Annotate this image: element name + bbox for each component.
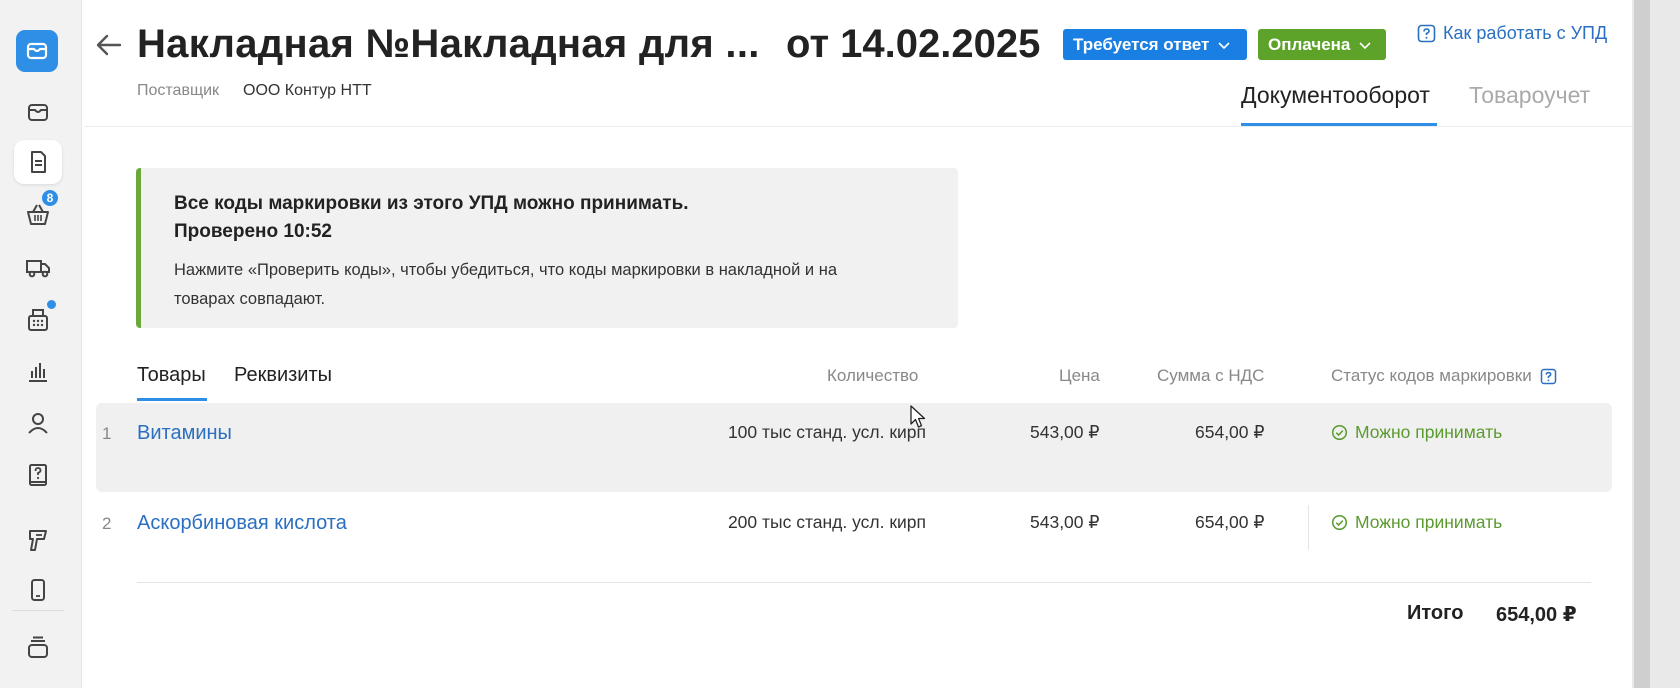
sidebar-item-reports[interactable] bbox=[14, 350, 62, 394]
row-marking-status: Можно принимать bbox=[1331, 512, 1502, 533]
check-circle-icon bbox=[1331, 514, 1348, 531]
row-price: 543,00 ₽ bbox=[1030, 422, 1100, 442]
supplier-label: Поставщик bbox=[137, 82, 220, 99]
product-name-link[interactable]: Витамины bbox=[137, 422, 232, 445]
question-icon bbox=[1417, 24, 1436, 43]
scanner-icon bbox=[29, 530, 47, 551]
supplier-name: ООО Контур НТТ bbox=[243, 82, 372, 99]
status-paid-dropdown[interactable]: Оплачена bbox=[1258, 29, 1386, 60]
app-window: 8 Накладная №Накладная для ... от 14.02.… bbox=[0, 0, 1680, 688]
back-arrow-icon[interactable] bbox=[94, 30, 124, 60]
tab-document-flow[interactable]: Документооборот bbox=[1241, 82, 1430, 109]
page-title: Накладная №Накладная для ... bbox=[137, 22, 760, 66]
row-quantity: 200 тыс станд. усл. кирп bbox=[727, 512, 926, 532]
chevron-down-icon bbox=[1218, 41, 1230, 49]
sidebar-item-mobile[interactable] bbox=[14, 568, 62, 612]
layers-icon bbox=[28, 636, 48, 658]
active-content-tab-indicator bbox=[137, 398, 207, 401]
column-header-price: Цена bbox=[1059, 366, 1100, 385]
sidebar: 8 bbox=[0, 0, 82, 688]
sidebar-item-profile[interactable] bbox=[14, 401, 62, 445]
document-date: от 14.02.2025 bbox=[786, 22, 1041, 66]
column-header-marking-status: Статус кодов маркировки bbox=[1331, 366, 1557, 386]
sidebar-divider bbox=[12, 610, 64, 611]
status-reply-dropdown[interactable]: Требуется ответ bbox=[1063, 29, 1247, 60]
notice-text: Нажмите «Проверить коды», чтобы убедитьс… bbox=[174, 261, 837, 308]
column-header-marking-status-label: Статус кодов маркировки bbox=[1331, 366, 1532, 385]
help-upd-link[interactable]: Как работать с УПД bbox=[1417, 23, 1607, 44]
row-sum: 654,00 ₽ bbox=[1195, 422, 1265, 442]
user-icon bbox=[28, 413, 48, 434]
row-quantity: 100 тыс станд. усл. кирп bbox=[727, 422, 926, 442]
row-price: 543,00 ₽ bbox=[1030, 512, 1100, 532]
document-icon bbox=[31, 151, 46, 173]
product-name-link[interactable]: Аскорбиновая кислота bbox=[137, 512, 347, 535]
status-label: Можно принимать bbox=[1355, 512, 1503, 532]
sidebar-item-documents[interactable] bbox=[14, 140, 62, 184]
sidebar-item-inbox[interactable] bbox=[14, 90, 62, 134]
column-header-sum: Сумма с НДС bbox=[1157, 366, 1265, 385]
row-marking-status: Можно принимать bbox=[1331, 422, 1502, 443]
column-divider bbox=[1308, 505, 1309, 550]
status-paid-label: Оплачена bbox=[1268, 34, 1351, 54]
row-sum: 654,00 ₽ bbox=[1195, 512, 1265, 532]
bar-chart-icon bbox=[29, 363, 47, 382]
mouse-cursor-icon bbox=[910, 405, 926, 428]
cash-register-icon bbox=[28, 309, 48, 331]
notice-checked-time: Проверено 10:52 bbox=[174, 221, 332, 242]
sidebar-item-delivery[interactable] bbox=[14, 245, 62, 289]
status-reply-label: Требуется ответ bbox=[1073, 34, 1210, 54]
notice-title: Все коды маркировки из этого УПД можно п… bbox=[174, 193, 689, 214]
notification-dot bbox=[47, 300, 56, 309]
tab-requisites[interactable]: Реквизиты bbox=[234, 364, 332, 387]
sidebar-item-services[interactable] bbox=[14, 626, 62, 670]
chevron-down-icon bbox=[1359, 41, 1371, 49]
sidebar-item-help[interactable] bbox=[14, 453, 62, 497]
truck-icon bbox=[26, 260, 50, 278]
help-book-icon bbox=[29, 464, 47, 486]
row-number: 2 bbox=[102, 514, 112, 533]
sidebar-item-orders[interactable]: 8 bbox=[14, 188, 62, 236]
mail-icon bbox=[26, 42, 48, 60]
scrollbar-thumb[interactable] bbox=[1634, 0, 1650, 688]
check-circle-icon bbox=[1331, 424, 1348, 441]
tab-goods-accounting[interactable]: Товароучет bbox=[1469, 82, 1590, 109]
notification-badge: 8 bbox=[40, 188, 60, 208]
total-label: Итого bbox=[1407, 602, 1464, 624]
inbox-icon bbox=[28, 104, 48, 121]
table-divider bbox=[137, 582, 1591, 583]
help-link-label: Как работать с УПД bbox=[1443, 23, 1608, 43]
sidebar-item-mail[interactable] bbox=[16, 30, 58, 72]
total-value: 654,00 ₽ bbox=[1496, 604, 1577, 626]
column-header-quantity: Количество bbox=[827, 366, 919, 385]
phone-icon bbox=[31, 579, 45, 601]
sidebar-item-cash-register[interactable] bbox=[14, 298, 62, 342]
sidebar-item-scanner[interactable] bbox=[14, 518, 62, 562]
status-label: Можно принимать bbox=[1355, 422, 1503, 442]
question-icon[interactable] bbox=[1540, 368, 1557, 385]
tab-goods[interactable]: Товары bbox=[137, 364, 206, 387]
row-number: 1 bbox=[102, 424, 112, 443]
header-divider bbox=[84, 126, 1632, 127]
